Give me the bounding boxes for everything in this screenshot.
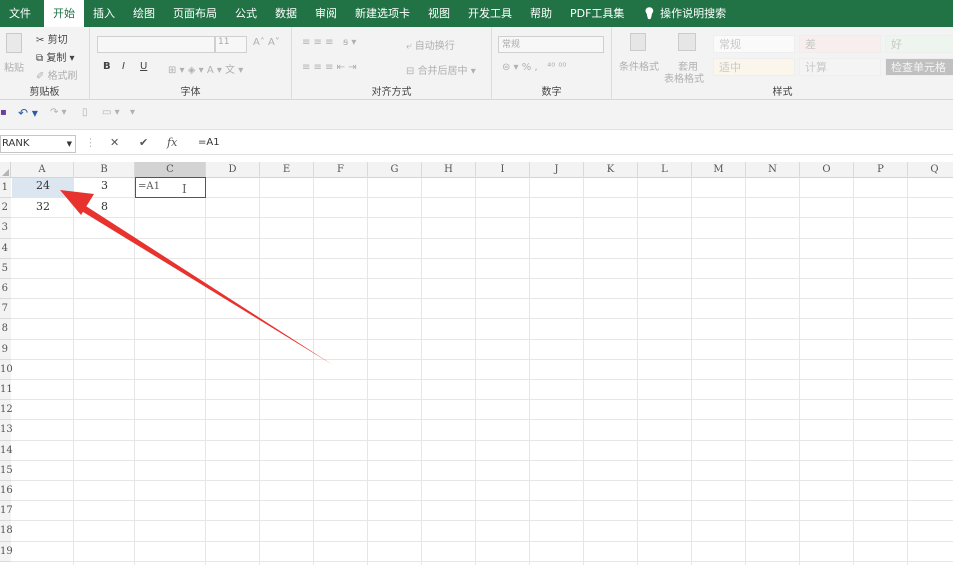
clipboard-group: 粘贴 ✂ 剪切 ⧉ 复制 ▾ ✐ 格式刷 剪贴板 [0, 27, 90, 100]
ribbon-tab-bar: 文件 开始 插入 绘图 页面布局 公式 数据 审阅 新建选项卡 视图 开发工具 帮助 PDF工具集 💡 操作… [0, 0, 953, 27]
tab-6[interactable]: 公式 [226, 0, 266, 27]
save-icon[interactable]: ▪ [0, 107, 7, 118]
font-size-combo[interactable]: 11 [215, 36, 247, 53]
style-calculation[interactable]: 计算 [799, 58, 881, 76]
chevron-down-icon: ▼ [66, 140, 72, 148]
alignment-label: 对齐方式 [371, 87, 412, 98]
copy-icon: ⧉ [36, 53, 44, 64]
font-name-combo[interactable] [97, 36, 215, 53]
undo-icon[interactable]: ↶ ▾ [18, 106, 38, 120]
bold-button[interactable]: B [103, 61, 111, 72]
row-header-1[interactable]: 1 [0, 178, 11, 199]
tab-7[interactable]: 数据 [266, 0, 306, 27]
align-top-icon[interactable]: ≡ ≡ ≡ ꞩ ▾ [302, 37, 356, 48]
font-label: 字体 [180, 87, 201, 98]
style-bad[interactable]: 差 [799, 35, 881, 53]
print-preview-icon[interactable]: ▭ ▾ [102, 107, 120, 118]
style-check-cell[interactable]: 检查单元格 [885, 58, 953, 76]
tab-8[interactable]: 审阅 [306, 0, 346, 27]
style-good[interactable]: 好 [885, 35, 953, 53]
number-group: 常规 ⊜ ▾ % , ⁴⁰ ⁰⁰ 数字 [492, 27, 612, 100]
conditional-format-button[interactable]: 条件格式 [619, 58, 659, 73]
lightbulb-icon: 💡 [642, 7, 657, 20]
wrap-text-button[interactable]: ⤶ 自动换行 [406, 37, 455, 52]
formula-bar: RANK ▼ ⋮ ✕ ✔ fx =A1 [0, 133, 953, 155]
enter-icon[interactable]: ✔ [139, 136, 148, 149]
tab-9[interactable]: 新建选项卡 [346, 0, 419, 27]
italic-button[interactable]: I [122, 61, 125, 72]
tab-5[interactable]: 页面布局 [164, 0, 226, 27]
formula-input[interactable]: =A1 [198, 137, 220, 148]
tell-me-search[interactable]: 💡 操作说明搜索 [633, 0, 735, 27]
scissors-icon: ✂ [36, 35, 45, 46]
cut-button[interactable]: ✂ 剪切 [36, 31, 68, 46]
style-normal[interactable]: 常规 [713, 35, 795, 53]
row-header-15[interactable]: 15 [0, 460, 13, 481]
new-file-icon[interactable]: ▯ [82, 107, 88, 118]
row-header-3[interactable]: 3 [0, 218, 11, 239]
conditional-format-icon [630, 33, 646, 51]
name-box[interactable]: RANK ▼ [0, 135, 76, 153]
number-label: 数字 [541, 87, 562, 98]
row-header-2[interactable]: 2 [0, 198, 11, 219]
formula-bar-handle-icon: ⋮ [85, 136, 96, 149]
grow-font-icon[interactable]: A˄ A˅ [253, 37, 280, 48]
row-header-11[interactable]: 11 [0, 380, 13, 401]
tab-13[interactable]: PDF工具集 [561, 0, 633, 27]
cancel-icon[interactable]: ✕ [110, 136, 119, 149]
row-header-4[interactable]: 4 [0, 238, 11, 259]
redo-icon[interactable]: ↷ ▾ [50, 107, 67, 118]
alignment-group: ≡ ≡ ≡ ꞩ ▾ ⤶ 自动换行 ≡ ≡ ≡ ⇤ ⇥ ⊟ 合并后居中 ▾ 对齐方… [292, 27, 492, 100]
underline-button[interactable]: U [140, 61, 147, 72]
spreadsheet-grid: ABCDEFGHIJKLMNOPQ 24 3 32 8 =A1 I 1234567… [0, 162, 953, 565]
quick-access-toolbar: ▪ ↶ ▾ ↷ ▾ ▯ ▭ ▾ ▾ [0, 100, 953, 130]
row-header-9[interactable]: 9 [0, 339, 11, 360]
align-left-icon[interactable]: ≡ ≡ ≡ ⇤ ⇥ [302, 62, 357, 73]
row-header-18[interactable]: 18 [0, 521, 13, 542]
merge-center-button[interactable]: ⊟ 合并后居中 ▾ [406, 62, 476, 77]
row-header-5[interactable]: 5 [0, 258, 11, 279]
tab-10[interactable]: 视图 [419, 0, 459, 27]
row-header-13[interactable]: 13 [0, 420, 13, 441]
paste-button[interactable]: 粘贴 [4, 59, 24, 74]
ribbon-home: 粘贴 ✂ 剪切 ⧉ 复制 ▾ ✐ 格式刷 剪贴板 11 A˄ A˅ B I U … [0, 27, 953, 100]
customize-qat-icon[interactable]: ▾ [130, 107, 135, 118]
tab-11[interactable]: 开发工具 [459, 0, 521, 27]
font-group: 11 A˄ A˅ B I U ⊞ ▾ ◈ ▾ A ▾ 文 ▾ 字体 [90, 27, 292, 100]
row-header-7[interactable]: 7 [0, 299, 11, 320]
row-header-19[interactable]: 19 [0, 541, 13, 562]
currency-icon[interactable]: ⊜ ▾ % , ⁴⁰ ⁰⁰ [502, 62, 566, 73]
row-header-10[interactable]: 10 [0, 359, 13, 380]
row-header-12[interactable]: 12 [0, 400, 13, 421]
styles-group: 条件格式 套用 表格格式 常规 差 好 适中 计算 检查单元格 样式 [612, 27, 953, 100]
border-icon[interactable]: ⊞ ▾ ◈ ▾ A ▾ 文 ▾ [168, 61, 243, 76]
copy-button[interactable]: ⧉ 复制 ▾ [36, 49, 75, 64]
row-header-6[interactable]: 6 [0, 279, 11, 300]
tab-12[interactable]: 帮助 [521, 0, 561, 27]
row-header-8[interactable]: 8 [0, 319, 11, 340]
table-format-icon [678, 33, 696, 51]
paste-icon [6, 33, 22, 53]
format-painter-button[interactable]: ✐ 格式刷 [36, 67, 78, 82]
tab-2[interactable]: 开始 [44, 0, 84, 27]
row-header-17[interactable]: 17 [0, 501, 13, 522]
row-header-14[interactable]: 14 [0, 440, 13, 461]
styles-label: 样式 [772, 87, 793, 98]
red-arrow-annotation [60, 190, 333, 365]
tab-1[interactable]: 文件 [0, 0, 40, 27]
tab-3[interactable]: 插入 [84, 0, 124, 27]
tab-4[interactable]: 绘图 [124, 0, 164, 27]
row-header-16[interactable]: 16 [0, 481, 13, 502]
insert-function-icon[interactable]: fx [167, 136, 177, 149]
style-neutral[interactable]: 适中 [713, 58, 795, 76]
clipboard-label: 剪贴板 [29, 87, 60, 98]
number-format-combo[interactable]: 常规 [498, 36, 604, 53]
